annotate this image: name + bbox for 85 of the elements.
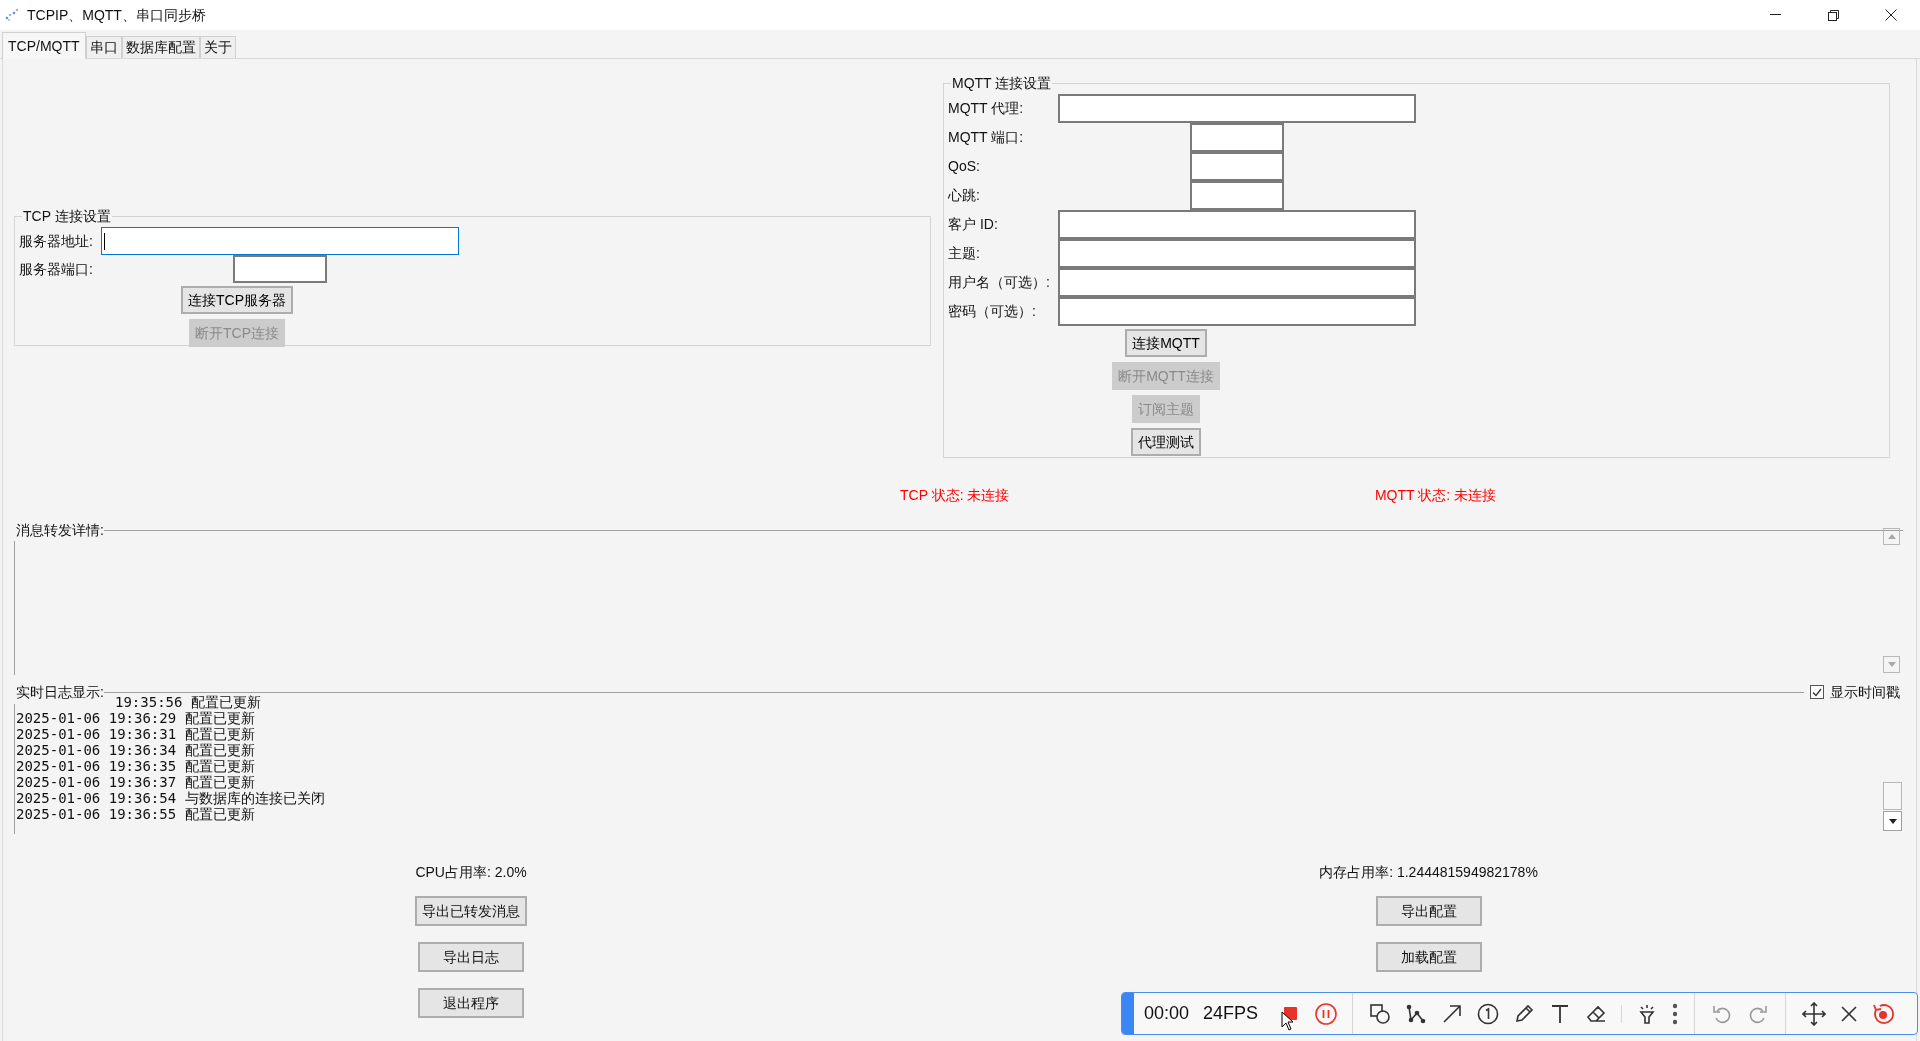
cpu-usage-text: CPU占用率: 2.0% [415,863,527,882]
more-button[interactable] [1672,1002,1679,1025]
log-line: 2025-01-06 19:36:37 配置已更新 [16,774,256,790]
polyline-tool-button[interactable] [1405,1002,1428,1025]
mouse-cursor-icon [1281,1011,1294,1031]
restore-icon [1827,9,1839,21]
group-title: MQTT 连接设置 [951,74,1053,93]
section-label: 实时日志显示: [16,682,104,702]
status-text: MQTT 状态: 未连接 [1374,486,1496,505]
app-icon [4,8,20,22]
up-arrow-icon [1887,534,1896,539]
button[interactable]: 导出配置 [1375,896,1482,926]
window-title: TCPIP、MQTT、串口同步桥 [27,5,206,25]
move-button[interactable] [1802,1001,1827,1026]
tab[interactable]: 关于 [199,36,236,58]
frame-rate: 24FPS [1203,1002,1259,1025]
scroll-up-button[interactable] [1883,528,1900,545]
down-arrow-icon [1888,818,1897,824]
text-field[interactable] [1058,297,1416,326]
group-title: TCP 连接设置 [22,207,112,226]
text-field[interactable] [233,255,327,283]
scrollbar-thumb[interactable] [1883,782,1902,810]
more-icon [1672,1002,1679,1025]
shape-tool-button[interactable] [1369,1002,1392,1025]
close-toolbar-button[interactable] [1840,1004,1859,1023]
log-line: 2025-01-06 19:36:35 配置已更新 [16,758,256,774]
text-field[interactable] [1058,210,1416,239]
pencil-icon [1513,1002,1536,1025]
text-field[interactable] [1058,239,1416,268]
scroll-down-button[interactable] [1883,811,1902,831]
log-line: 19:35:56 配置已更新 [115,694,262,710]
arrow-icon [1441,1002,1464,1025]
close-icon [1885,9,1897,21]
text-field[interactable] [1058,268,1416,297]
section-label: 消息转发详情: [16,521,104,540]
drag-handle[interactable] [1122,993,1134,1034]
number-tool-button[interactable] [1477,1002,1500,1025]
arrow-tool-button[interactable] [1441,1002,1464,1025]
recording-time: 00:00 [1144,1002,1190,1025]
pause-icon [1315,1002,1338,1025]
pause-button[interactable] [1314,1001,1339,1026]
log-line: 2025-01-06 19:36:55 配置已更新 [16,806,256,822]
text-field[interactable] [1058,94,1416,123]
field-label: 用户名（可选）: [948,273,1051,292]
checkbox-label[interactable]: 显示时间戳 [1830,681,1900,703]
field-label: 服务器端口: [19,259,94,279]
status-text: TCP 状态: 未连接 [900,486,1010,505]
log-line: 2025-01-06 19:36:54 与数据库的连接已关闭 [16,790,325,806]
shapes-icon [1369,1002,1392,1025]
field-label: 服务器地址: [19,231,94,251]
restart-recording-button[interactable] [1872,1002,1895,1025]
memory-usage-text: 内存占用率: 1.244481594982178% [1319,863,1538,882]
log-line: 2025-01-06 19:36:29 配置已更新 [16,710,256,726]
button[interactable]: 退出程序 [418,988,524,1018]
close-icon [1840,1004,1859,1023]
text-field[interactable] [101,227,459,255]
tab[interactable]: 数据库配置 [121,36,200,58]
button[interactable]: 代理测试 [1131,428,1201,456]
record-restart-icon [1872,1002,1895,1025]
text-field[interactable] [1190,152,1284,181]
down-arrow-icon [1887,662,1896,667]
field-label: MQTT 代理: [948,99,1025,118]
field-label: 主题: [948,244,981,263]
polyline-icon [1405,1002,1428,1025]
text-field[interactable] [1190,181,1284,210]
button[interactable]: 导出已转发消息 [415,896,527,926]
move-icon [1802,1001,1827,1026]
field-label: QoS: [948,157,981,176]
log-line: 2025-01-06 19:36:34 配置已更新 [16,742,256,758]
tab[interactable]: 串口 [85,36,122,58]
numbered-circle-icon [1477,1002,1500,1025]
button[interactable]: 加载配置 [1375,942,1482,972]
log-line: 2025-01-06 19:36:31 配置已更新 [16,726,256,742]
field-label: 客户 ID: [948,215,999,234]
button[interactable]: 导出日志 [418,942,524,972]
text-field[interactable] [1190,123,1284,152]
checkbox[interactable] [1810,685,1824,699]
button[interactable]: 连接TCP服务器 [181,286,293,314]
field-label: 心跳: [948,186,981,205]
minimize-icon [1769,14,1781,16]
field-label: 密码（可选）: [948,302,1037,321]
button[interactable]: 连接MQTT [1125,329,1207,357]
tab[interactable]: TCP/MQTT [2,32,86,59]
pen-tool-button[interactable] [1513,1002,1536,1025]
field-label: MQTT 端口: [948,128,1025,147]
